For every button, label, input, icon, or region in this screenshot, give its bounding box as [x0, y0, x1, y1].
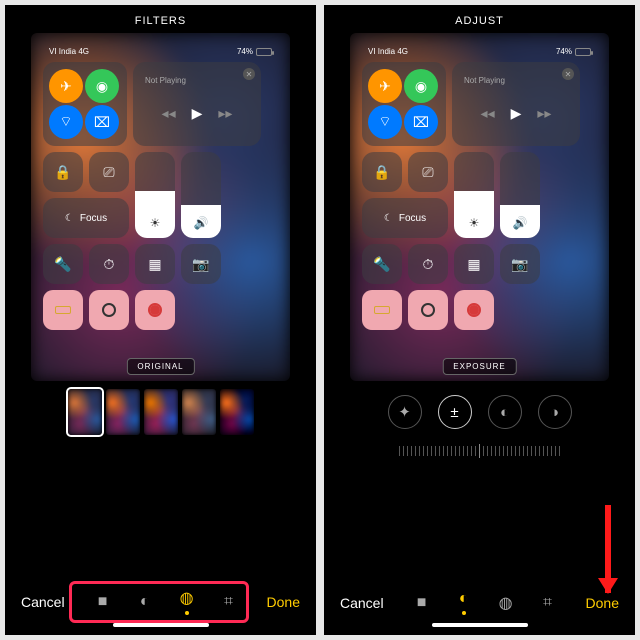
battery-icon [575, 48, 591, 56]
close-icon: ✕ [562, 68, 574, 80]
filters-tab-icon[interactable]: ◍ [496, 593, 516, 613]
highlights-button[interactable]: ◑ [538, 395, 572, 429]
cancel-button[interactable]: Cancel [21, 594, 65, 610]
lock-rotation-icon: 🔒 [362, 152, 402, 192]
filter-thumb-4[interactable] [182, 389, 216, 435]
wifi-icon: ⌔ [49, 105, 83, 139]
status-bar: VI India 4G 74% [43, 45, 278, 62]
annotation-arrow [605, 505, 611, 593]
prev-icon: ◂◂ [162, 105, 176, 122]
flashlight-icon: 🔦 [43, 244, 83, 284]
battery-percent: 74% [556, 47, 572, 56]
home-indicator [432, 623, 528, 627]
low-power-icon [362, 290, 402, 330]
media-tile: ✕ Not Playing ◂◂ ▶ ▸▸ [452, 62, 580, 146]
mode-title: ADJUST [328, 11, 631, 33]
mirror-icon: ⎚ [408, 152, 448, 192]
connectivity-tile: ✈ ◉ ⌔ ⌧ [43, 62, 127, 146]
phone-left: FILTERS VI India 4G 74% ✈ ◉ ⌔ ⌧ ✕ [5, 5, 316, 635]
focus-label: Focus [80, 213, 107, 224]
battery-percent: 74% [237, 47, 253, 56]
photo-preview[interactable]: VI India 4G 74% ✈ ◉ ⌔ ⌧ ✕ Not Playing [350, 33, 609, 381]
carrier-label: VI India 4G [49, 47, 89, 56]
not-playing-label: Not Playing [145, 76, 186, 85]
adjust-tab-icon[interactable]: ◐ [135, 593, 155, 611]
filter-thumb-5[interactable] [220, 389, 254, 435]
brightness-slider: ☀ [454, 152, 494, 238]
calculator-icon: ▦ [454, 244, 494, 284]
bottom-toolbar: Cancel ■ ◐ ◍ ⌗ Done [9, 578, 312, 619]
exposure-button[interactable]: ± [438, 395, 472, 429]
bluetooth-icon: ⌧ [404, 105, 438, 139]
sun-icon: ☀ [469, 216, 480, 230]
prev-icon: ◂◂ [481, 105, 495, 122]
brilliance-button[interactable]: ◐ [488, 395, 522, 429]
video-tab-icon[interactable]: ■ [93, 593, 113, 611]
moon-icon: ☾ [65, 213, 74, 224]
airplane-icon: ✈ [49, 69, 83, 103]
volume-slider: 🔊 [181, 152, 221, 238]
flashlight-icon: 🔦 [362, 244, 402, 284]
focus-tile: ☾ Focus [43, 198, 129, 238]
cancel-button[interactable]: Cancel [340, 595, 384, 611]
bottom-toolbar: Cancel ■ ◐ ◍ ⌗ Done [328, 580, 631, 619]
timer-icon: ⏱ [408, 244, 448, 284]
filter-thumb-2[interactable] [106, 389, 140, 435]
dark-mode-icon [408, 290, 448, 330]
speaker-icon: 🔊 [194, 216, 209, 230]
value-ruler[interactable] [342, 437, 617, 465]
bluetooth-icon: ⌧ [85, 105, 119, 139]
calculator-icon: ▦ [135, 244, 175, 284]
volume-slider: 🔊 [500, 152, 540, 238]
phone-right: ADJUST VI India 4G 74% ✈ ◉ ⌔ ⌧ ✕ [324, 5, 635, 635]
filter-thumbnails[interactable] [19, 389, 302, 437]
done-button[interactable]: Done [586, 595, 619, 611]
focus-tile: ☾ Focus [362, 198, 448, 238]
filter-thumb-original[interactable] [68, 389, 102, 435]
play-icon: ▶ [511, 105, 522, 122]
speaker-icon: 🔊 [513, 216, 528, 230]
timer-icon: ⏱ [89, 244, 129, 284]
done-button[interactable]: Done [267, 594, 300, 610]
crop-tab-icon[interactable]: ⌗ [219, 593, 239, 611]
not-playing-label: Not Playing [464, 76, 505, 85]
media-tile: ✕ Not Playing ◂◂ ▶ ▸▸ [133, 62, 261, 146]
mode-title: FILTERS [9, 11, 312, 33]
adjust-name-chip: EXPOSURE [442, 358, 516, 375]
filter-name-chip: ORIGINAL [126, 358, 194, 375]
low-power-icon [43, 290, 83, 330]
crop-tab-icon[interactable]: ⌗ [538, 594, 558, 612]
auto-enhance-button[interactable]: ✦ [388, 395, 422, 429]
status-bar: VI India 4G 74% [362, 45, 597, 62]
brightness-slider: ☀ [135, 152, 175, 238]
filters-tab-icon[interactable]: ◍ [177, 588, 197, 608]
home-indicator [113, 623, 209, 627]
focus-label: Focus [399, 213, 426, 224]
next-icon: ▸▸ [218, 105, 232, 122]
mirror-icon: ⎚ [89, 152, 129, 192]
record-icon [454, 290, 494, 330]
next-icon: ▸▸ [537, 105, 551, 122]
battery-icon [256, 48, 272, 56]
sun-icon: ☀ [150, 216, 161, 230]
moon-icon: ☾ [384, 213, 393, 224]
filter-thumb-3[interactable] [144, 389, 178, 435]
adjust-tab-icon[interactable]: ◐ [454, 590, 474, 608]
lock-rotation-icon: 🔒 [43, 152, 83, 192]
airplane-icon: ✈ [368, 69, 402, 103]
adjust-controls: ✦ ± ◐ ◑ [328, 395, 631, 429]
connectivity-tile: ✈ ◉ ⌔ ⌧ [362, 62, 446, 146]
wifi-icon: ⌔ [368, 105, 402, 139]
photo-preview[interactable]: VI India 4G 74% ✈ ◉ ⌔ ⌧ ✕ Not Playing [31, 33, 290, 381]
record-icon [135, 290, 175, 330]
video-tab-icon[interactable]: ■ [412, 594, 432, 612]
dark-mode-icon [89, 290, 129, 330]
cellular-icon: ◉ [404, 69, 438, 103]
camera-icon: 📷 [500, 244, 540, 284]
cellular-icon: ◉ [85, 69, 119, 103]
camera-icon: 📷 [181, 244, 221, 284]
play-icon: ▶ [192, 105, 203, 122]
carrier-label: VI India 4G [368, 47, 408, 56]
close-icon: ✕ [243, 68, 255, 80]
